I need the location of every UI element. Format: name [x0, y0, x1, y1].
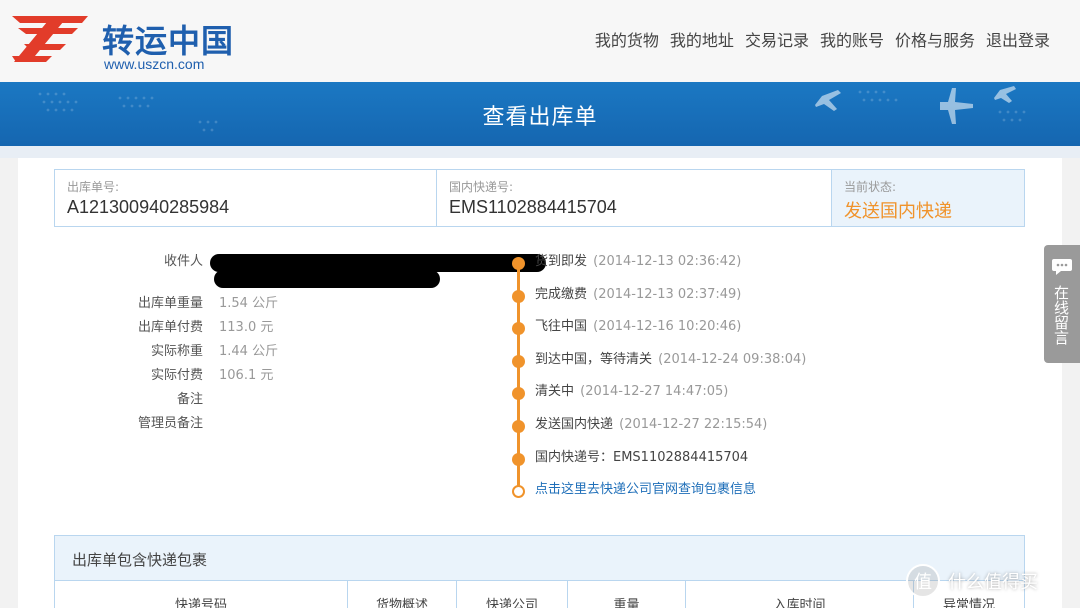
watermark-text: 什么值得买: [948, 572, 1038, 593]
packages-table: 出库单包含快递包裹 快递号码 货物概述 快递公司 重量 入库时间 异常情况: [54, 535, 1025, 608]
express-no-label: 国内快递号:: [449, 180, 514, 194]
timeline-dot-icon: [512, 289, 525, 303]
chat-bubble-icon: [1052, 259, 1072, 275]
nav-pricing[interactable]: 价格与服务: [895, 27, 975, 51]
logo-url: www.uszcn.com: [104, 56, 205, 72]
detail-row: 管理员备注: [68, 412, 508, 436]
out-no-value: A121300940285984: [67, 197, 230, 217]
watermark-logo: 值: [906, 564, 940, 598]
nav-logout[interactable]: 退出登录: [986, 27, 1050, 51]
redacted-recipient-line2: [214, 270, 440, 288]
timeline-time: (2014-12-27 22:15:54): [619, 416, 768, 432]
nav-my-goods[interactable]: 我的货物: [595, 27, 659, 51]
detail-row: 出库单重量 1.54 公斤: [68, 292, 508, 316]
timeline-dot-icon: [512, 257, 525, 270]
timeline-event: 清关中: [535, 384, 575, 400]
timeline-dot-icon: [512, 354, 525, 368]
detail-value: 113.0 元: [219, 320, 274, 335]
nav-transactions[interactable]: 交易记录: [745, 27, 809, 51]
status-cell: 当前状态: 发送国内快递: [832, 170, 1024, 226]
express-no-cell: 国内快递号: EMS1102884415704: [437, 170, 832, 226]
page-banner: 查看出库单: [0, 82, 1080, 146]
column-header: 快递号码: [55, 581, 348, 608]
timeline-time: (2014-12-16 10:20:46): [593, 319, 742, 335]
nav-my-address[interactable]: 我的地址: [670, 27, 734, 51]
timeline-item: 点击这里去快递公司官网查询包裹信息: [512, 478, 892, 511]
column-header: 快递公司: [457, 581, 568, 608]
timeline-event: 完成缴费: [535, 286, 588, 302]
detail-value: 1.54 公斤: [219, 296, 279, 311]
timeline-end-dot-icon: [512, 485, 525, 499]
detail-label: 出库单重量: [137, 296, 203, 311]
timeline-dot-icon: [512, 387, 525, 401]
express-no-value: EMS1102884415704: [449, 197, 617, 217]
timeline-event: 发送国内快递: [535, 416, 614, 432]
watermark: 值 什么值得买: [906, 564, 1038, 598]
timeline-item: 完成缴费 (2014-12-13 02:37:49): [512, 283, 892, 316]
timeline-event: 国内快递号：EMS1102884415704: [535, 449, 749, 465]
timeline-item: 发送国内快递 (2014-12-27 22:15:54): [512, 413, 892, 446]
detail-row: 备注: [68, 388, 508, 412]
detail-label: 出库单付费: [137, 320, 203, 335]
detail-row: 实际称重 1.44 公斤: [68, 340, 508, 364]
chat-label: 在线留言: [1052, 285, 1070, 345]
order-details: 收件人 出库单重量 1.54 公斤 出库单付费 113.0 元 实际称重 1.4…: [68, 250, 546, 436]
timeline-item: 清关中 (2014-12-27 14:47:05): [512, 380, 892, 413]
order-summary: 出库单号: A121300940285984 国内快递号: EMS1102884…: [54, 169, 1025, 227]
packages-header-row: 快递号码 货物概述 快递公司 重量 入库时间 异常情况: [55, 580, 1024, 608]
packages-title: 出库单包含快递包裹: [72, 551, 208, 569]
timeline-item: 货到即发 (2014-12-13 02:36:42): [512, 250, 892, 283]
detail-label: 实际付费: [150, 368, 203, 383]
online-message-tab[interactable]: 在线留言: [1044, 245, 1080, 363]
timeline-dot-icon: [512, 419, 525, 433]
timeline-event: 到达中国，等待清关: [535, 351, 653, 367]
timeline-time: (2014-12-24 09:38:04): [658, 351, 807, 367]
detail-label: 实际称重: [150, 344, 203, 359]
detail-label: 备注: [176, 392, 203, 407]
timeline-item: 到达中国，等待清关 (2014-12-24 09:38:04): [512, 348, 892, 381]
column-header: 入库时间: [686, 581, 914, 608]
timeline-time: (2014-12-13 02:36:42): [593, 254, 742, 269]
timeline-time: (2014-12-27 14:47:05): [580, 384, 729, 400]
detail-value: 1.44 公斤: [219, 344, 279, 359]
track-package-link[interactable]: 点击这里去快递公司官网查询包裹信息: [535, 482, 756, 497]
status-value: 发送国内快递: [844, 201, 952, 222]
detail-row: 出库单付费 113.0 元: [68, 316, 508, 340]
timeline-event: 飞往中国: [535, 319, 588, 335]
timeline-time: (2014-12-13 02:37:49): [593, 286, 742, 302]
page-title: 查看出库单: [482, 105, 598, 130]
column-header: 货物概述: [348, 581, 457, 608]
out-no-label: 出库单号:: [67, 180, 120, 194]
detail-row-recipient: 收件人: [68, 250, 546, 288]
banner-divider: [0, 146, 1080, 158]
main-panel: 出库单号: A121300940285984 国内快递号: EMS1102884…: [18, 158, 1062, 608]
nav-my-account[interactable]: 我的账号: [820, 27, 884, 51]
header: 转运中国 www.uszcn.com 我的货物 我的地址 交易记录 我的账号 价…: [0, 0, 1080, 82]
logo[interactable]: 转运中国 www.uszcn.com: [8, 10, 248, 72]
timeline-event: 货到即发: [535, 254, 588, 269]
detail-row: 实际付费 106.1 元: [68, 364, 508, 388]
timeline-item: 飞往中国 (2014-12-16 10:20:46): [512, 315, 892, 348]
logo-mark-icon: [12, 16, 88, 62]
timeline-item: 国内快递号：EMS1102884415704: [512, 446, 892, 479]
timeline-dot-icon: [512, 322, 525, 336]
out-no-cell: 出库单号: A121300940285984: [55, 170, 437, 226]
top-nav: 我的货物 我的地址 交易记录 我的账号 价格与服务 退出登录: [584, 27, 1050, 51]
detail-label: 管理员备注: [137, 416, 203, 431]
detail-value: 106.1 元: [219, 368, 274, 383]
timeline-dot-icon: [512, 452, 525, 466]
shipment-timeline: 货到即发 (2014-12-13 02:36:42) 完成缴费 (2014-12…: [512, 250, 892, 511]
detail-label: 收件人: [163, 254, 203, 269]
status-label: 当前状态:: [844, 180, 897, 194]
column-header: 重量: [568, 581, 686, 608]
